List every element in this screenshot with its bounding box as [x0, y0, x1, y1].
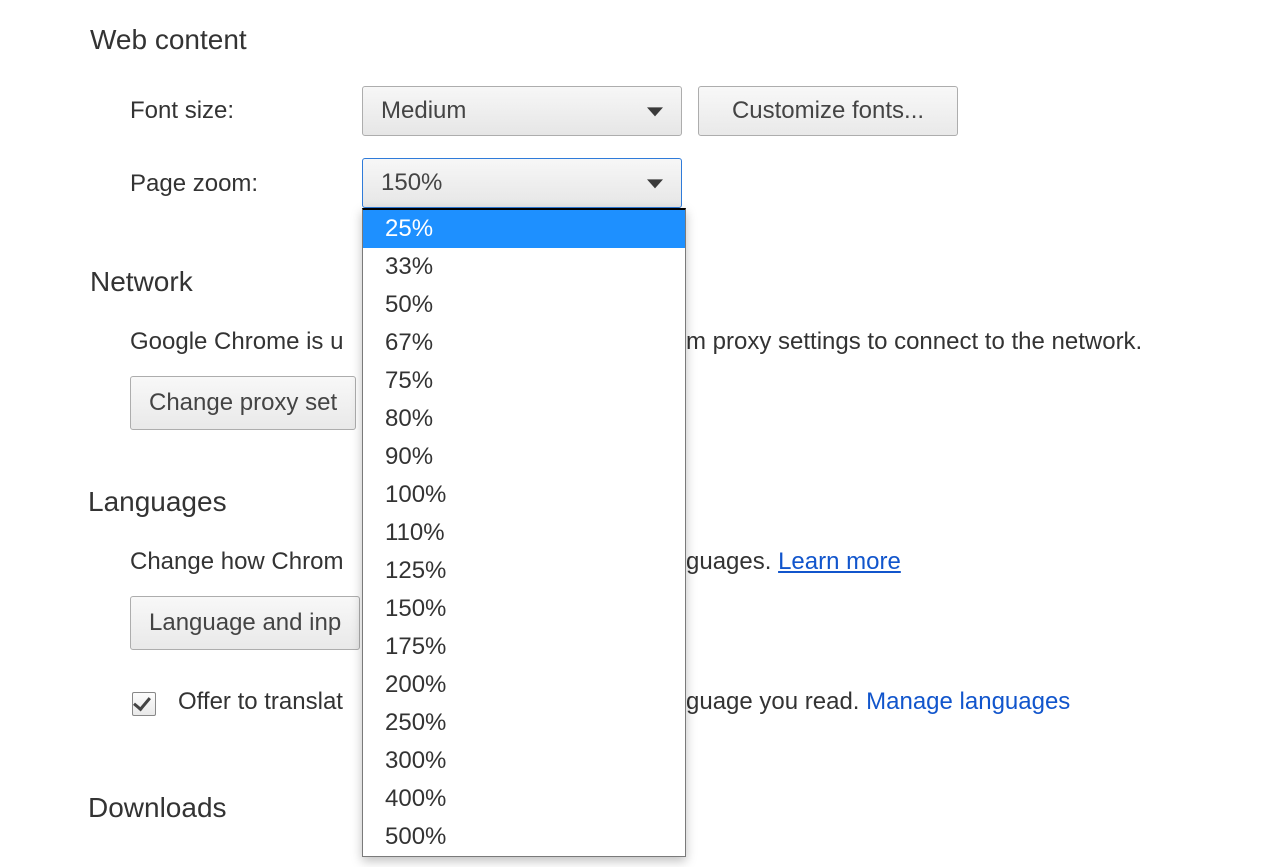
- change-proxy-label: Change proxy set: [149, 389, 337, 417]
- customize-fonts-button[interactable]: Customize fonts...: [698, 86, 958, 136]
- zoom-option[interactable]: 500%: [363, 818, 685, 856]
- languages-desc-left: Change how Chrom: [130, 548, 343, 576]
- network-desc-left: Google Chrome is u: [130, 328, 343, 356]
- language-input-settings-button[interactable]: Language and inp: [130, 596, 360, 650]
- zoom-option[interactable]: 50%: [363, 286, 685, 324]
- manage-languages-link[interactable]: Manage languages: [866, 688, 1070, 715]
- languages-heading: Languages: [88, 486, 227, 518]
- zoom-option[interactable]: 75%: [363, 362, 685, 400]
- zoom-option[interactable]: 100%: [363, 476, 685, 514]
- zoom-option[interactable]: 33%: [363, 248, 685, 286]
- zoom-option[interactable]: 90%: [363, 438, 685, 476]
- page-zoom-value: 150%: [381, 169, 442, 197]
- font-size-label: Font size:: [130, 97, 234, 125]
- offer-translate-checkbox[interactable]: [132, 692, 156, 716]
- chevron-down-icon: [647, 179, 663, 188]
- downloads-heading: Downloads: [88, 792, 227, 824]
- zoom-option[interactable]: 110%: [363, 514, 685, 552]
- font-size-select[interactable]: Medium: [362, 86, 682, 136]
- zoom-option[interactable]: 300%: [363, 742, 685, 780]
- zoom-option[interactable]: 175%: [363, 628, 685, 666]
- zoom-option[interactable]: 80%: [363, 400, 685, 438]
- zoom-option[interactable]: 200%: [363, 666, 685, 704]
- language-input-label: Language and inp: [149, 609, 341, 637]
- chevron-down-icon: [647, 107, 663, 116]
- web-content-heading: Web content: [90, 24, 247, 56]
- change-proxy-button[interactable]: Change proxy set: [130, 376, 356, 430]
- learn-more-link[interactable]: Learn more: [778, 548, 901, 575]
- font-size-value: Medium: [381, 97, 466, 125]
- zoom-option[interactable]: 67%: [363, 324, 685, 362]
- page-zoom-select[interactable]: 150%: [362, 158, 682, 208]
- network-desc-right: m proxy settings to connect to the netwo…: [686, 328, 1142, 356]
- zoom-option[interactable]: 250%: [363, 704, 685, 742]
- network-heading: Network: [90, 266, 193, 298]
- zoom-option[interactable]: 125%: [363, 552, 685, 590]
- page-zoom-label: Page zoom:: [130, 170, 258, 198]
- page-zoom-dropdown[interactable]: 25%33%50%67%75%80%90%100%110%125%150%175…: [362, 208, 686, 857]
- zoom-option[interactable]: 400%: [363, 780, 685, 818]
- zoom-option[interactable]: 150%: [363, 590, 685, 628]
- customize-fonts-label: Customize fonts...: [732, 97, 924, 125]
- offer-translate-right: guage you read.: [686, 688, 866, 715]
- offer-translate-left: Offer to translat: [178, 688, 343, 716]
- zoom-option[interactable]: 25%: [363, 210, 685, 248]
- languages-desc-right: guages.: [686, 548, 778, 575]
